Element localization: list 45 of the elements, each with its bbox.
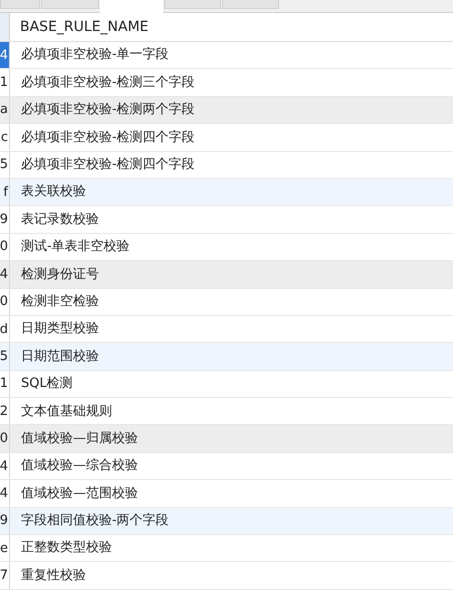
table-cell: 4	[0, 261, 10, 288]
table-cell: 1	[0, 69, 10, 96]
table-cell-text: 必填项非空校验-检测三个字段	[20, 74, 196, 92]
table-cell-text: 检测非空检验	[20, 292, 100, 311]
table-cell: d	[0, 316, 10, 342]
tab[interactable]	[0, 0, 40, 9]
table-cell-text: 表记录数校验	[20, 210, 100, 229]
table-cell: 5	[0, 152, 10, 178]
table-cell: 9	[0, 508, 10, 534]
table-cell-text: 值域校验—归属校验	[20, 430, 139, 448]
table-cell: f	[0, 178, 10, 206]
table-cell-text: 必填项非空校验-检测四个字段	[20, 156, 196, 174]
table-cell-text: SQL检测	[20, 375, 74, 394]
table-cell: 4	[0, 42, 10, 68]
table-cell: 0	[0, 288, 10, 315]
table-cell-text: 值域校验—综合校验	[20, 457, 139, 476]
table-cell: 0	[0, 425, 10, 452]
table-cell-text: 检测身份证号	[20, 266, 100, 284]
table-cell: 2	[0, 398, 10, 424]
table-cell: 4	[0, 480, 10, 507]
table-cell: 4	[0, 452, 10, 480]
tab[interactable]	[41, 0, 99, 9]
table-cell: e	[0, 535, 10, 562]
table-cell: 5	[0, 343, 10, 370]
table-cell-text: 值域校验—范围校验	[20, 484, 139, 503]
table-cell: 0	[0, 234, 10, 260]
table-cell: a	[0, 96, 10, 124]
table-cell: 7	[0, 562, 10, 589]
table-cell-text: 必填项非空校验-检测两个字段	[20, 101, 196, 120]
table-cell: c	[0, 124, 10, 151]
tab[interactable]	[222, 0, 279, 9]
table-cell-text: 表关联校验	[20, 183, 87, 202]
tab[interactable]	[164, 0, 221, 9]
table-cell-text: 测试-单表非空校验	[20, 238, 131, 256]
tab[interactable]	[100, 0, 163, 13]
table-cell-text: 正整数类型校验	[20, 539, 113, 558]
table-cell-text: 必填项非空校验-检测四个字段	[20, 128, 196, 147]
table-cell-text: 日期类型校验	[20, 320, 100, 338]
table-cell: 1	[0, 370, 10, 398]
table-cell-text: 重复性校验	[20, 566, 87, 585]
table-cell-text: 字段相同值校验-两个字段	[20, 512, 170, 530]
table-cell-text: 日期范围校验	[20, 348, 100, 366]
table-cell-text: 必填项非空校验-单一字段	[20, 46, 170, 64]
table-cell-text: 文本值基础规则	[20, 402, 113, 421]
table-cell: 9	[0, 206, 10, 233]
